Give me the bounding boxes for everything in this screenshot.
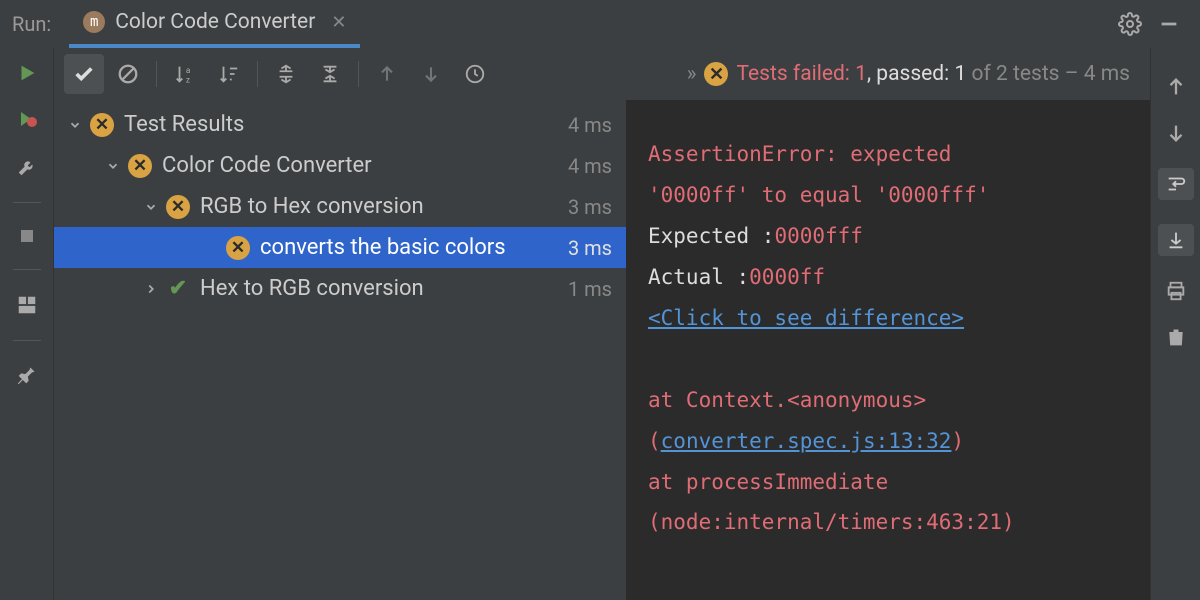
tree-label: converts the basic colors	[260, 235, 568, 260]
tree-label: Color Code Converter	[162, 153, 568, 178]
run-tab[interactable]: m Color Code Converter ✕	[69, 0, 360, 48]
tree-time: 3 ms	[568, 195, 612, 219]
test-failed-icon: ✕	[166, 195, 190, 219]
test-toolbar: az » ✕	[54, 48, 1150, 100]
scroll-to-end-button[interactable]	[1158, 224, 1194, 256]
trash-icon[interactable]	[1166, 326, 1186, 348]
soft-wrap-button[interactable]	[1158, 168, 1194, 200]
sort-alpha-button[interactable]: az	[165, 54, 205, 94]
chevron-icon[interactable]	[68, 118, 90, 132]
status-failed-icon: ✕	[704, 62, 728, 86]
tree-time: 3 ms	[568, 236, 612, 260]
right-gutter	[1150, 48, 1200, 600]
chevron-icon[interactable]	[144, 200, 166, 214]
tree-label: RGB to Hex conversion	[200, 194, 568, 219]
show-ignored-button[interactable]	[108, 54, 148, 94]
run-label: Run:	[0, 12, 69, 36]
scroll-up-icon[interactable]	[1165, 76, 1187, 98]
test-tree-row[interactable]: ✕ converts the basic colors3 ms	[54, 227, 626, 268]
tree-time: 1 ms	[568, 277, 612, 301]
run-icon[interactable]	[16, 62, 38, 84]
test-console[interactable]: AssertionError: expected '0000ff' to equ…	[626, 100, 1150, 600]
chevron-icon[interactable]	[106, 159, 128, 173]
test-history-button[interactable]	[455, 54, 495, 94]
test-failed-icon: ✕	[128, 154, 152, 178]
sort-duration-button[interactable]	[209, 54, 249, 94]
left-gutter	[0, 48, 54, 600]
test-tree-row[interactable]: ✕ Color Code Converter4 ms	[54, 145, 626, 186]
mocha-badge-icon: m	[83, 11, 105, 33]
test-status-summary: » ✕ Tests failed: 1, passed: 1 of 2 test…	[687, 62, 1140, 86]
see-difference-link[interactable]: <Click to see difference>	[648, 306, 964, 330]
tree-time: 4 ms	[568, 154, 612, 178]
minimize-icon[interactable]	[1150, 13, 1188, 35]
test-failed-icon: ✕	[226, 236, 250, 260]
test-tree[interactable]: ✕ Test Results4 ms ✕ Color Code Converter4 …	[54, 100, 626, 600]
tree-time: 4 ms	[568, 113, 612, 137]
layout-icon[interactable]	[16, 294, 38, 316]
stack-link[interactable]: converter.spec.js:13:32	[661, 429, 952, 453]
gear-icon[interactable]	[1110, 12, 1150, 36]
chevron-icon[interactable]	[144, 282, 166, 296]
test-tree-row[interactable]: ✕ Test Results4 ms	[54, 104, 626, 145]
next-failed-button[interactable]	[411, 54, 451, 94]
expand-all-button[interactable]	[266, 54, 306, 94]
test-tree-row[interactable]: ✔ Hex to RGB conversion1 ms	[54, 268, 626, 309]
stop-icon[interactable]	[18, 227, 36, 245]
svg-text:z: z	[186, 75, 190, 85]
show-passed-button[interactable]	[64, 54, 104, 94]
tree-label: Hex to RGB conversion	[200, 276, 568, 301]
scroll-down-icon[interactable]	[1165, 122, 1187, 144]
run-header: Run: m Color Code Converter ✕	[0, 0, 1200, 48]
prev-failed-button[interactable]	[367, 54, 407, 94]
tab-title: Color Code Converter	[115, 10, 315, 34]
debug-rerun-icon[interactable]	[15, 108, 39, 132]
collapse-all-button[interactable]	[310, 54, 350, 94]
test-passed-icon: ✔	[166, 277, 190, 301]
pin-icon[interactable]	[17, 365, 37, 385]
test-failed-icon: ✕	[90, 113, 114, 137]
print-icon[interactable]	[1165, 280, 1187, 302]
close-icon[interactable]: ✕	[331, 12, 346, 33]
tree-label: Test Results	[124, 112, 568, 137]
test-tree-row[interactable]: ✕ RGB to Hex conversion3 ms	[54, 186, 626, 227]
wrench-icon[interactable]	[16, 156, 38, 178]
